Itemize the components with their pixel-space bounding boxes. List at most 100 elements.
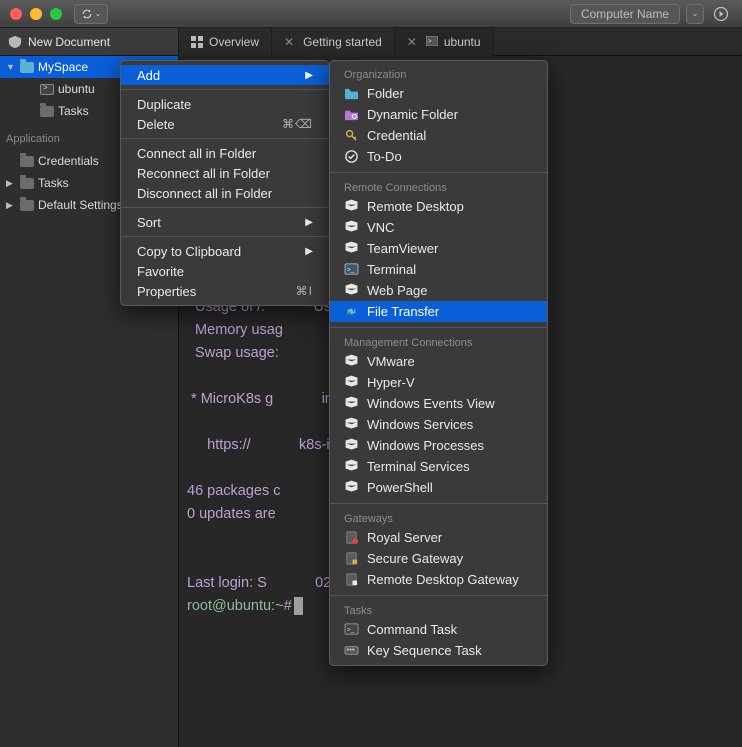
file-transfer-icon	[344, 304, 359, 319]
menu-item-favorite[interactable]: Favorite	[121, 261, 329, 281]
sidebar-item-label: ubuntu	[58, 82, 95, 96]
rd-gateway-icon	[344, 572, 359, 587]
submenu-item-folder[interactable]: Folder	[330, 83, 547, 104]
menu-divider	[330, 172, 547, 173]
submenu-item-dynamic-folder[interactable]: Dynamic Folder	[330, 104, 547, 125]
document-name[interactable]: New Document	[0, 28, 179, 55]
tab-label: Overview	[209, 35, 259, 49]
menu-item-properties[interactable]: Properties⌘I	[121, 281, 329, 301]
teamviewer-icon	[344, 241, 359, 256]
win-services-icon	[344, 417, 359, 432]
menu-item-label: Duplicate	[137, 97, 191, 112]
tab-getting-started[interactable]: ✕ Getting started	[272, 28, 395, 56]
menu-item-label: Favorite	[137, 264, 184, 279]
run-button[interactable]	[710, 4, 732, 24]
computer-name-chevron[interactable]: ⌄	[686, 4, 704, 24]
computer-name-selector[interactable]: Computer Name	[570, 4, 680, 24]
menu-shortcut: ⌘⌫	[282, 117, 313, 131]
menu-item-label: Sort	[137, 215, 161, 230]
document-name-label: New Document	[28, 35, 110, 49]
submenu-item-windows-events-view[interactable]: Windows Events View	[330, 393, 547, 414]
submenu-item-label: File Transfer	[367, 304, 439, 319]
submenu-item-royal-server[interactable]: Royal Server	[330, 527, 547, 548]
sync-button[interactable]: ⌄	[74, 4, 108, 24]
menu-divider	[121, 89, 329, 90]
submenu-item-label: Terminal Services	[367, 459, 470, 474]
menu-item-label: Copy to Clipboard	[137, 244, 241, 259]
submenu-item-windows-services[interactable]: Windows Services	[330, 414, 547, 435]
submenu-section-header: Remote Connections	[330, 178, 547, 196]
submenu-item-vmware[interactable]: VMware	[330, 351, 547, 372]
menu-divider	[330, 503, 547, 504]
caret-right-icon[interactable]: ▶	[6, 200, 16, 211]
submenu-item-terminal-services[interactable]: Terminal Services	[330, 456, 547, 477]
menu-item-connect-all-in-folder[interactable]: Connect all in Folder	[121, 143, 329, 163]
sidebar-item-label: Default Settings	[38, 198, 123, 212]
menu-item-label: Disconnect all in Folder	[137, 186, 272, 201]
submenu-item-windows-processes[interactable]: Windows Processes	[330, 435, 547, 456]
folder-icon	[20, 200, 34, 211]
minimize-window-button[interactable]	[30, 8, 42, 20]
folder-icon	[20, 62, 34, 73]
submenu-item-label: VNC	[367, 220, 394, 235]
folder-icon	[20, 156, 34, 167]
tab-overview[interactable]: Overview	[179, 28, 272, 56]
menu-item-delete[interactable]: Delete ⌘⌫	[121, 114, 329, 134]
caret-right-icon[interactable]: ▶	[6, 178, 16, 189]
play-icon	[713, 6, 729, 22]
menu-item-copy-to-clipboard[interactable]: Copy to Clipboard▶	[121, 241, 329, 261]
menu-item-sort[interactable]: Sort▶	[121, 212, 329, 232]
win-events-icon	[344, 396, 359, 411]
submenu-item-teamviewer[interactable]: TeamViewer	[330, 238, 547, 259]
close-window-button[interactable]	[10, 8, 22, 20]
caret-down-icon[interactable]: ▼	[6, 62, 16, 72]
submenu-item-terminal[interactable]: >_Terminal	[330, 259, 547, 280]
sidebar-root-label: MySpace	[38, 60, 88, 74]
submenu-item-web-page[interactable]: Web Page	[330, 280, 547, 301]
menu-divider	[330, 327, 547, 328]
menu-item-label: Delete	[137, 117, 175, 132]
tabs: Overview ✕ Getting started ✕ > ubuntu	[179, 28, 494, 55]
submenu-item-file-transfer[interactable]: File Transfer	[330, 301, 547, 322]
submenu-item-label: Windows Events View	[367, 396, 495, 411]
menu-item-add[interactable]: Add▶	[121, 65, 329, 85]
submenu-item-key-sequence-task[interactable]: Key Sequence Task	[330, 640, 547, 661]
menu-divider	[121, 138, 329, 139]
vmware-icon	[344, 354, 359, 369]
submenu-item-label: PowerShell	[367, 480, 433, 495]
secure-gateway-icon	[344, 551, 359, 566]
submenu-item-hyper-v[interactable]: Hyper-V	[330, 372, 547, 393]
credential-icon	[344, 128, 359, 143]
submenu-item-vnc[interactable]: VNC	[330, 217, 547, 238]
submenu-section-header: Management Connections	[330, 333, 547, 351]
submenu-item-remote-desktop-gateway[interactable]: Remote Desktop Gateway	[330, 569, 547, 590]
maximize-window-button[interactable]	[50, 8, 62, 20]
window-controls	[10, 8, 62, 20]
submenu-item-label: Web Page	[367, 283, 427, 298]
remote-desktop-icon	[344, 199, 359, 214]
submenu-item-label: Remote Desktop Gateway	[367, 572, 519, 587]
menu-item-duplicate[interactable]: Duplicate	[121, 94, 329, 114]
submenu-item-secure-gateway[interactable]: Secure Gateway	[330, 548, 547, 569]
document-icon	[8, 35, 22, 49]
terminal-services-icon	[344, 459, 359, 474]
menu-item-disconnect-all-in-folder[interactable]: Disconnect all in Folder	[121, 183, 329, 203]
web-page-icon	[344, 283, 359, 298]
close-icon[interactable]: ✕	[284, 35, 294, 49]
submenu-item-credential[interactable]: Credential	[330, 125, 547, 146]
close-icon[interactable]: ✕	[407, 35, 417, 49]
submenu-item-label: Terminal	[367, 262, 416, 277]
menu-item-label: Add	[137, 68, 160, 83]
submenu-item-to-do[interactable]: To-Do	[330, 146, 547, 167]
submenu-item-remote-desktop[interactable]: Remote Desktop	[330, 196, 547, 217]
submenu-item-label: Windows Processes	[367, 438, 484, 453]
sidebar-item-label: Tasks	[58, 104, 89, 118]
menu-item-reconnect-all-in-folder[interactable]: Reconnect all in Folder	[121, 163, 329, 183]
submenu-section-header: Gateways	[330, 509, 547, 527]
menu-divider	[121, 236, 329, 237]
submenu-item-powershell[interactable]: PowerShell	[330, 477, 547, 498]
tab-ubuntu[interactable]: ✕ > ubuntu	[395, 28, 494, 56]
svg-text:>_: >_	[347, 626, 355, 633]
submenu-item-label: VMware	[367, 354, 415, 369]
submenu-item-command-task[interactable]: >_Command Task	[330, 619, 547, 640]
